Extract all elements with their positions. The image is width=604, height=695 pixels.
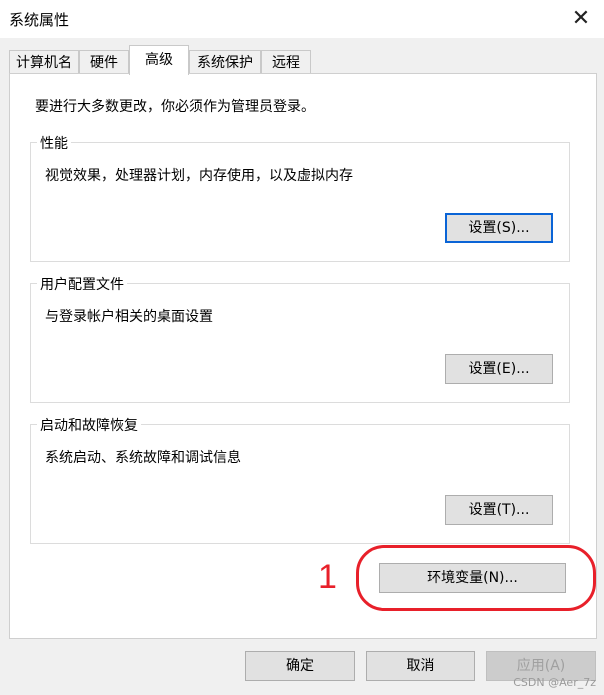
- user-profiles-group: 用户配置文件 与登录帐户相关的桌面设置 设置(E)...: [30, 274, 570, 403]
- admin-notice: 要进行大多数更改，你必须作为管理员登录。: [35, 99, 315, 115]
- user-profiles-description: 与登录帐户相关的桌面设置: [45, 309, 213, 325]
- window-title: 系统属性: [9, 11, 70, 29]
- ok-button[interactable]: 确定: [245, 651, 355, 681]
- performance-settings-button[interactable]: 设置(S)...: [445, 213, 553, 243]
- title-bar: 系统属性 ✕: [0, 0, 604, 38]
- tab-hardware[interactable]: 硬件: [79, 50, 129, 74]
- startup-recovery-group-label: 启动和故障恢复: [37, 415, 141, 435]
- performance-group: 性能 视觉效果，处理器计划，内存使用，以及虚拟内存 设置(S)...: [30, 133, 570, 262]
- annotation-number: 1: [318, 558, 337, 596]
- tab-system-protection[interactable]: 系统保护: [189, 50, 261, 74]
- tab-remote[interactable]: 远程: [261, 50, 311, 74]
- annotation-highlight-ring: [356, 545, 596, 611]
- performance-description: 视觉效果，处理器计划，内存使用，以及虚拟内存: [45, 168, 353, 184]
- performance-group-label: 性能: [37, 133, 71, 153]
- startup-recovery-description: 系统启动、系统故障和调试信息: [45, 450, 241, 466]
- tab-computer-name[interactable]: 计算机名: [9, 50, 79, 74]
- startup-recovery-group: 启动和故障恢复 系统启动、系统故障和调试信息 设置(T)...: [30, 415, 570, 544]
- watermark: CSDN @Aer_7z: [513, 676, 596, 689]
- startup-recovery-settings-button[interactable]: 设置(T)...: [445, 495, 553, 525]
- close-icon[interactable]: ✕: [568, 6, 594, 32]
- tab-advanced[interactable]: 高级: [129, 45, 189, 75]
- user-profiles-group-label: 用户配置文件: [37, 274, 127, 294]
- user-profiles-settings-button[interactable]: 设置(E)...: [445, 354, 553, 384]
- cancel-button[interactable]: 取消: [366, 651, 475, 681]
